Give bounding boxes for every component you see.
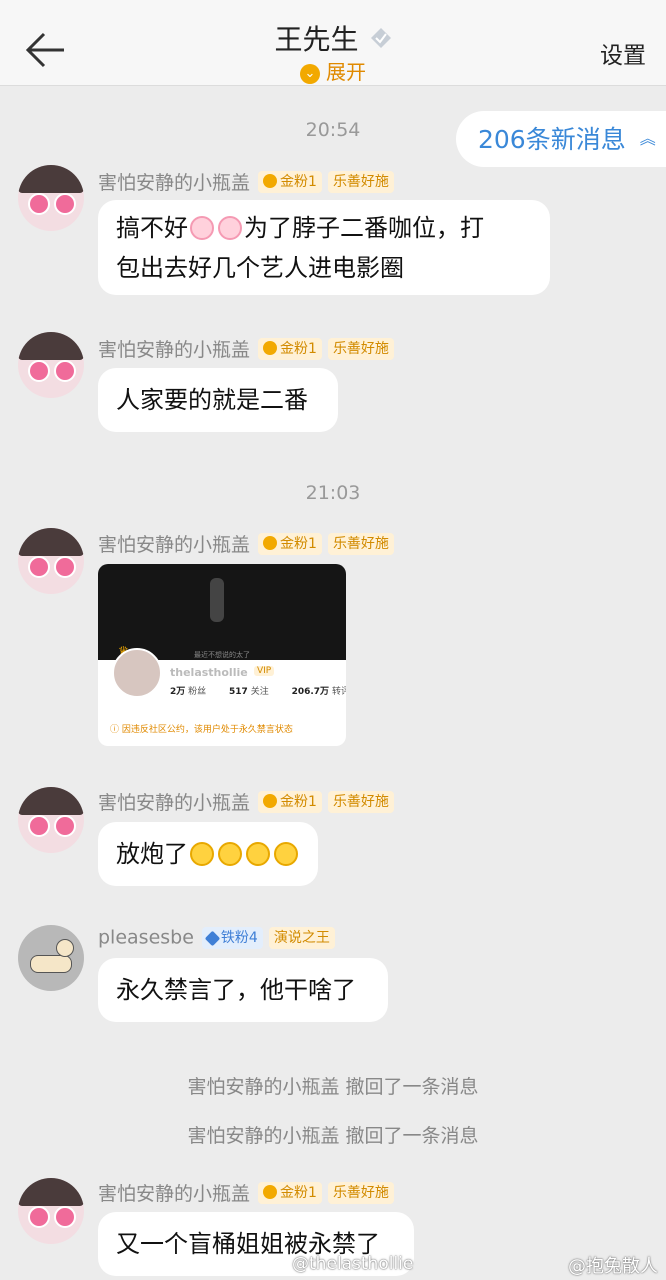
sender-name[interactable]: 害怕安静的小瓶盖 (98, 534, 250, 556)
user-tag: 演说之王 (268, 926, 335, 949)
fan-level-badge: 金粉1 (258, 1181, 322, 1204)
ban-notice: ⓘ 因违反社区公约，该用户处于永久禁言状态 (110, 725, 293, 735)
profile-stats: 2万 粉丝 517 关注 206.7万 转评赞 (170, 687, 346, 697)
verified-badge-icon (370, 27, 392, 49)
profile-card: ♛ thelasthollie VIP 2万 粉丝 517 关注 206.7万 … (104, 644, 346, 718)
fan-crown-icon (263, 340, 278, 355)
sender-line: pleasesbe 铁粉4 演说之王 (98, 926, 335, 952)
image-message[interactable]: 最近不想说的太了 ♛ thelasthollie VIP 2万 粉丝 517 关… (98, 564, 346, 746)
message-bubble[interactable]: 人家要的就是二番 (98, 368, 338, 432)
fan-crown-icon (263, 793, 278, 808)
watermark-right: @抱兔散人 (568, 1256, 658, 1277)
fan-level-badge: 金粉1 (258, 170, 322, 193)
blush-emoji-icon (218, 842, 242, 866)
chat-title-group[interactable]: 王先生 (0, 18, 666, 58)
fan-level-badge: 金粉1 (258, 790, 322, 813)
flower-emoji-icon (190, 216, 214, 240)
sender-line: 害怕安静的小瓶盖 金粉1 乐善好施 (98, 530, 394, 556)
recall-notice: 害怕安静的小瓶盖 撤回了一条消息 (187, 1076, 479, 1098)
blush-emoji-icon (190, 842, 214, 866)
blush-emoji-icon (246, 842, 270, 866)
timestamp: 21:03 (305, 482, 361, 504)
sender-line: 害怕安静的小瓶盖 金粉1 乐善好施 (98, 788, 394, 814)
recall-notice: 害怕安静的小瓶盖 撤回了一条消息 (187, 1125, 479, 1147)
sender-name[interactable]: pleasesbe (98, 927, 194, 949)
avatar[interactable] (18, 165, 84, 231)
fan-level-badge: 铁粉4 (201, 926, 263, 949)
fan-diamond-icon (204, 930, 221, 946)
fan-crown-icon (263, 535, 278, 550)
sender-name[interactable]: 害怕安静的小瓶盖 (98, 1183, 250, 1205)
user-tag: 乐善好施 (327, 532, 394, 555)
message-line: 包出去好几个艺人进电影圈 (116, 254, 404, 282)
image-photo (98, 564, 346, 660)
flower-emoji-icon (218, 216, 242, 240)
avatar[interactable] (18, 332, 84, 398)
sender-name[interactable]: 害怕安静的小瓶盖 (98, 339, 250, 361)
sender-line: 害怕安静的小瓶盖 金粉1 乐善好施 (98, 1179, 394, 1205)
chevron-up-icon: ︽ (639, 129, 656, 148)
blush-emoji-icon (274, 842, 298, 866)
fan-crown-icon (263, 1184, 278, 1199)
expand-button[interactable]: ⌄ 展开 (0, 56, 666, 85)
message-bubble[interactable]: 永久禁言了，他干啥了 (98, 958, 388, 1022)
user-tag: 乐善好施 (327, 170, 394, 193)
avatar[interactable] (18, 528, 84, 594)
user-tag: 乐善好施 (327, 1181, 394, 1204)
sender-line: 害怕安静的小瓶盖 金粉1 乐善好施 (98, 335, 394, 361)
top-bar: 王先生 ⌄ 展开 设置 (0, 0, 666, 86)
fan-crown-icon (263, 173, 278, 188)
sender-line: 害怕安静的小瓶盖 金粉1 乐善好施 (98, 168, 394, 194)
new-messages-label: 206条新消息 (478, 125, 626, 154)
message-line: 搞不好 为了脖子二番咖位，打 (116, 214, 484, 242)
chat-title: 王先生 (274, 23, 359, 56)
avatar[interactable] (18, 1178, 84, 1244)
sender-name[interactable]: 害怕安静的小瓶盖 (98, 792, 250, 814)
vip-badge: VIP (254, 666, 275, 676)
sender-name[interactable]: 害怕安静的小瓶盖 (98, 172, 250, 194)
user-tag: 乐善好施 (327, 790, 394, 813)
avatar[interactable] (18, 925, 84, 991)
expand-label: 展开 (326, 60, 366, 84)
settings-button[interactable]: 设置 (600, 36, 646, 70)
message-bubble[interactable]: 搞不好 为了脖子二番咖位，打 包出去好几个艺人进电影圈 (98, 200, 550, 295)
expand-chevron-icon: ⌄ (300, 63, 320, 84)
fan-level-badge: 金粉1 (258, 337, 322, 360)
message-bubble[interactable]: 放炮了 (98, 822, 318, 886)
watermark-left: @thelasthollie (292, 1254, 414, 1274)
fan-level-badge: 金粉1 (258, 532, 322, 555)
profile-name: thelasthollie (170, 666, 248, 679)
new-messages-button[interactable]: 206条新消息 ︽ (456, 111, 666, 167)
profile-avatar (112, 648, 162, 698)
avatar[interactable] (18, 787, 84, 853)
user-tag: 乐善好施 (327, 337, 394, 360)
